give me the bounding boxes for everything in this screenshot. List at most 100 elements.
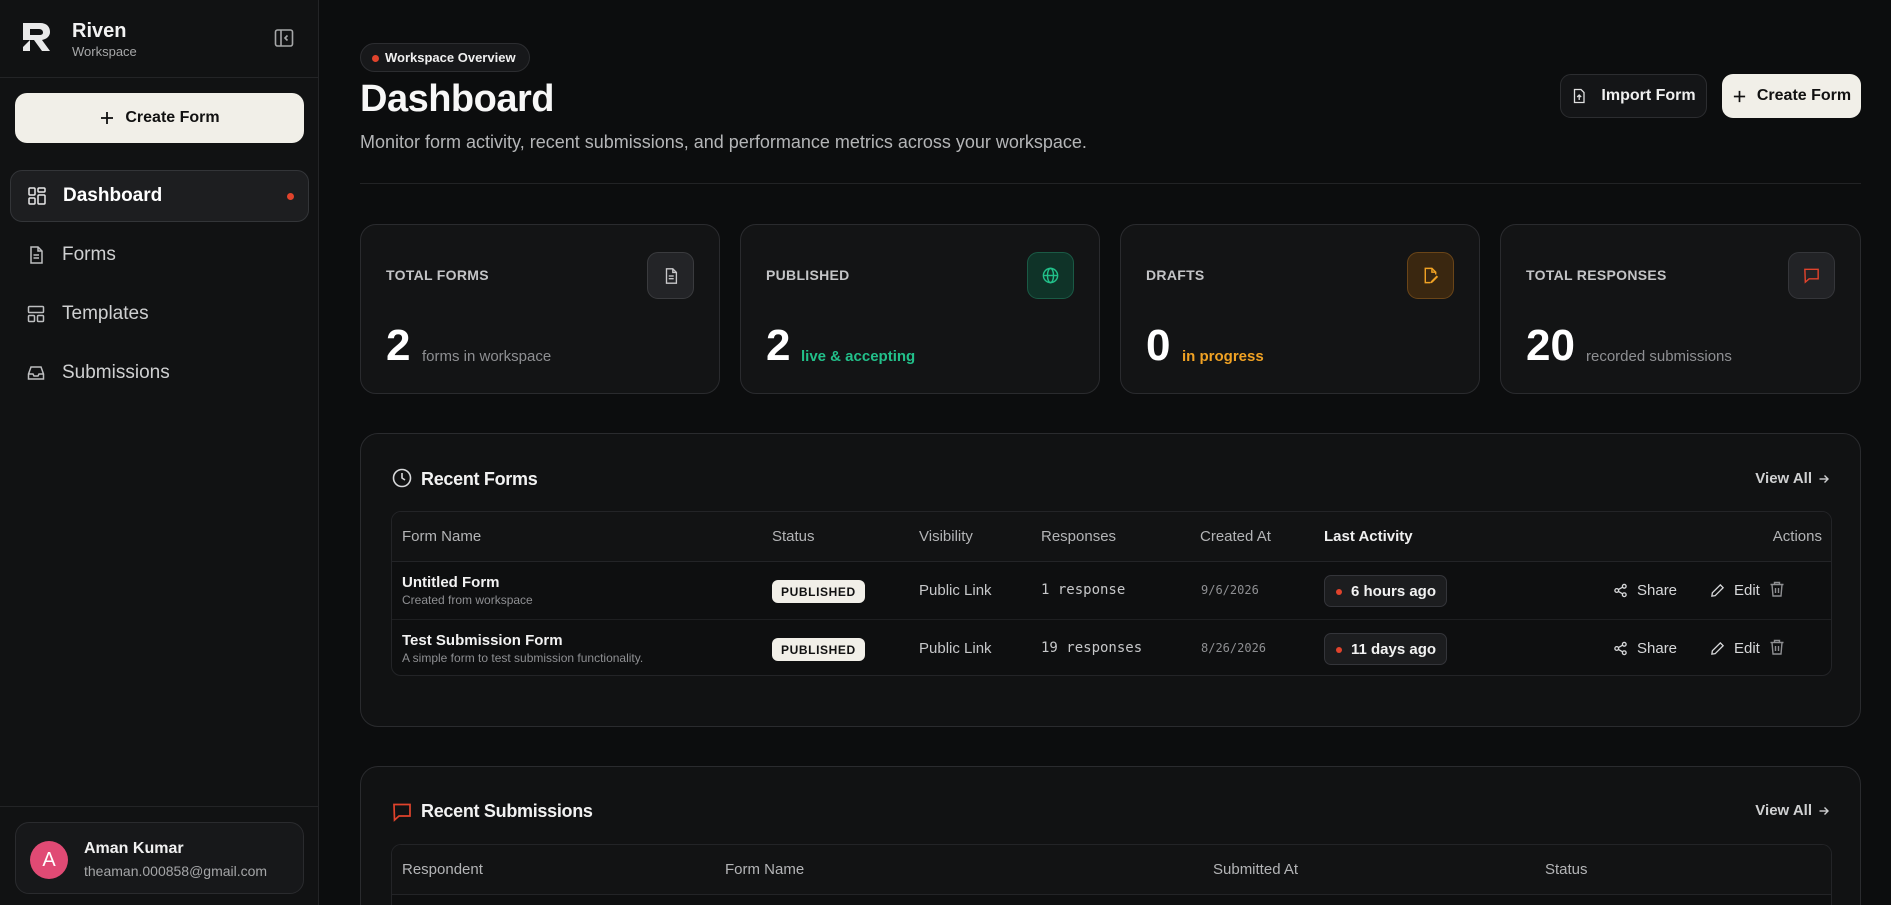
last-activity-value: 6 hours ago	[1351, 582, 1437, 600]
column-header: Form Name	[402, 528, 482, 545]
brand[interactable]: Riven Workspace	[20, 18, 300, 59]
share-button[interactable]: Share	[1613, 582, 1677, 599]
message-icon	[1788, 252, 1835, 299]
column-header: Form Name	[725, 861, 805, 878]
pill-dot	[372, 55, 379, 62]
file-upload-icon	[1574, 88, 1586, 104]
share-label: Share	[1637, 640, 1678, 657]
stat-label: DRAFTS	[1146, 267, 1205, 283]
page-title: Dashboard	[360, 78, 554, 120]
stat-description: live & accepting	[801, 348, 916, 365]
edit-label: Edit	[1734, 582, 1760, 599]
create-form-label: Create Form	[1756, 87, 1852, 104]
recent-forms-table: Form Name Status Visibility Responses Cr…	[391, 511, 1832, 676]
column-header: Responses	[1041, 528, 1117, 545]
create-form-button[interactable]: Create Form	[1722, 74, 1861, 118]
trash-icon[interactable]	[1768, 638, 1786, 656]
form-name[interactable]: Untitled Form	[402, 574, 500, 591]
document-icon	[647, 252, 694, 299]
stat-value: 2	[386, 321, 411, 370]
stat-label: TOTAL RESPONSES	[1526, 267, 1667, 283]
stat-label: PUBLISHED	[766, 267, 850, 283]
sidebar-item-submissions[interactable]: Submissions	[10, 347, 309, 399]
stat-label: TOTAL FORMS	[386, 267, 489, 283]
share-button[interactable]: Share	[1613, 640, 1677, 657]
stat-description: recorded submissions	[1586, 348, 1732, 365]
visibility-value: Public Link	[919, 640, 992, 657]
plus-icon	[1733, 90, 1745, 102]
sidebar-item-dashboard[interactable]: Dashboard	[10, 170, 309, 222]
sidebar-item-label: Submissions	[62, 362, 170, 383]
sidebar-create-form-label: Create Form	[125, 109, 220, 126]
edit-button[interactable]: Edit	[1710, 640, 1760, 657]
share-icon	[1614, 641, 1627, 656]
avatar: A	[30, 841, 68, 879]
view-all-label: View All	[1755, 470, 1812, 487]
arrow-right-icon	[1819, 806, 1829, 815]
table-header: Respondent Form Name Submitted At Status	[392, 845, 1831, 895]
stat-description: in progress	[1182, 348, 1264, 365]
header-divider	[360, 183, 1861, 184]
created-at-value: 8/26/2026	[1201, 641, 1267, 655]
stat-card-published: PUBLISHED 2 live & accepting	[740, 224, 1100, 394]
form-description: Created from workspace	[402, 593, 533, 607]
pencil-icon	[1711, 583, 1725, 597]
form-description: A simple form to test submission functio…	[402, 651, 644, 665]
column-header-active[interactable]: Last Activity	[1324, 528, 1413, 545]
visibility-value: Public Link	[919, 582, 992, 599]
stat-description: forms in workspace	[422, 348, 552, 365]
activity-dot	[1336, 647, 1342, 653]
stat-card-total-forms: TOTAL FORMS 2 forms in workspace	[360, 224, 720, 394]
sidebar-item-templates[interactable]: Templates	[10, 288, 309, 340]
trash-icon[interactable]	[1768, 580, 1786, 598]
recent-forms-view-all-link[interactable]: View All	[1755, 470, 1830, 487]
responses-value: 19 responses	[1041, 640, 1143, 656]
stat-value: 2	[766, 321, 791, 370]
pencil-icon	[1711, 641, 1725, 655]
column-header: Created At	[1200, 528, 1271, 545]
last-activity-value: 11 days ago	[1351, 640, 1437, 658]
clock-icon	[392, 468, 412, 488]
column-header: Respondent	[402, 861, 483, 878]
user-card[interactable]: A Aman Kumar theaman.000858@gmail.com	[15, 822, 304, 894]
pill-label: Workspace Overview	[385, 50, 516, 65]
stats-row: TOTAL FORMS 2 forms in workspace PUBLISH…	[360, 224, 1861, 394]
recent-submissions-table: Respondent Form Name Submitted At Status	[391, 844, 1832, 905]
column-header: Visibility	[919, 528, 973, 545]
plus-icon	[101, 112, 114, 124]
user-email: theaman.000858@gmail.com	[84, 863, 268, 879]
sidebar-collapse-icon[interactable]	[272, 26, 296, 50]
table-row[interactable]: Test Submission Form A simple form to te…	[392, 620, 1831, 675]
sidebar-divider	[0, 806, 319, 807]
sidebar-item-forms[interactable]: Forms	[10, 229, 309, 281]
main-content: Workspace Overview Dashboard Monitor for…	[320, 0, 1891, 905]
sidebar-create-form-button[interactable]: Create Form	[15, 93, 304, 143]
table-row[interactable]: Untitled Form Created from workspace PUB…	[392, 562, 1831, 620]
workspace-overview-pill: Workspace Overview	[360, 43, 530, 72]
sidebar-divider	[0, 77, 319, 78]
brand-name: Riven	[72, 20, 127, 42]
last-activity-badge: 11 days ago	[1324, 633, 1448, 665]
view-all-label: View All	[1755, 802, 1812, 819]
form-name[interactable]: Test Submission Form	[402, 632, 563, 649]
sidebar-item-label: Templates	[62, 303, 149, 324]
recent-submissions-panel: Recent Submissions View All Respondent F…	[360, 766, 1861, 905]
stat-card-drafts: DRAFTS 0 in progress	[1120, 224, 1480, 394]
page-subtitle: Monitor form activity, recent submission…	[360, 132, 1087, 152]
recent-submissions-view-all-link[interactable]: View All	[1755, 802, 1830, 819]
table-header: Form Name Status Visibility Responses Cr…	[392, 512, 1831, 562]
document-icon	[30, 246, 43, 264]
pencil-file-icon	[1407, 252, 1454, 299]
column-header: Actions	[1772, 528, 1822, 545]
column-header: Status	[1545, 861, 1588, 878]
activity-dot	[1336, 589, 1342, 595]
import-form-button[interactable]: Import Form	[1560, 74, 1707, 118]
stat-value: 0	[1146, 321, 1171, 370]
edit-button[interactable]: Edit	[1710, 582, 1760, 599]
responses-value: 1 response	[1041, 582, 1126, 598]
last-activity-badge: 6 hours ago	[1324, 575, 1448, 607]
status-badge: PUBLISHED	[772, 580, 865, 603]
column-header: Submitted At	[1213, 861, 1299, 878]
stat-value: 20	[1526, 321, 1575, 370]
created-at-value: 9/6/2026	[1201, 583, 1259, 597]
